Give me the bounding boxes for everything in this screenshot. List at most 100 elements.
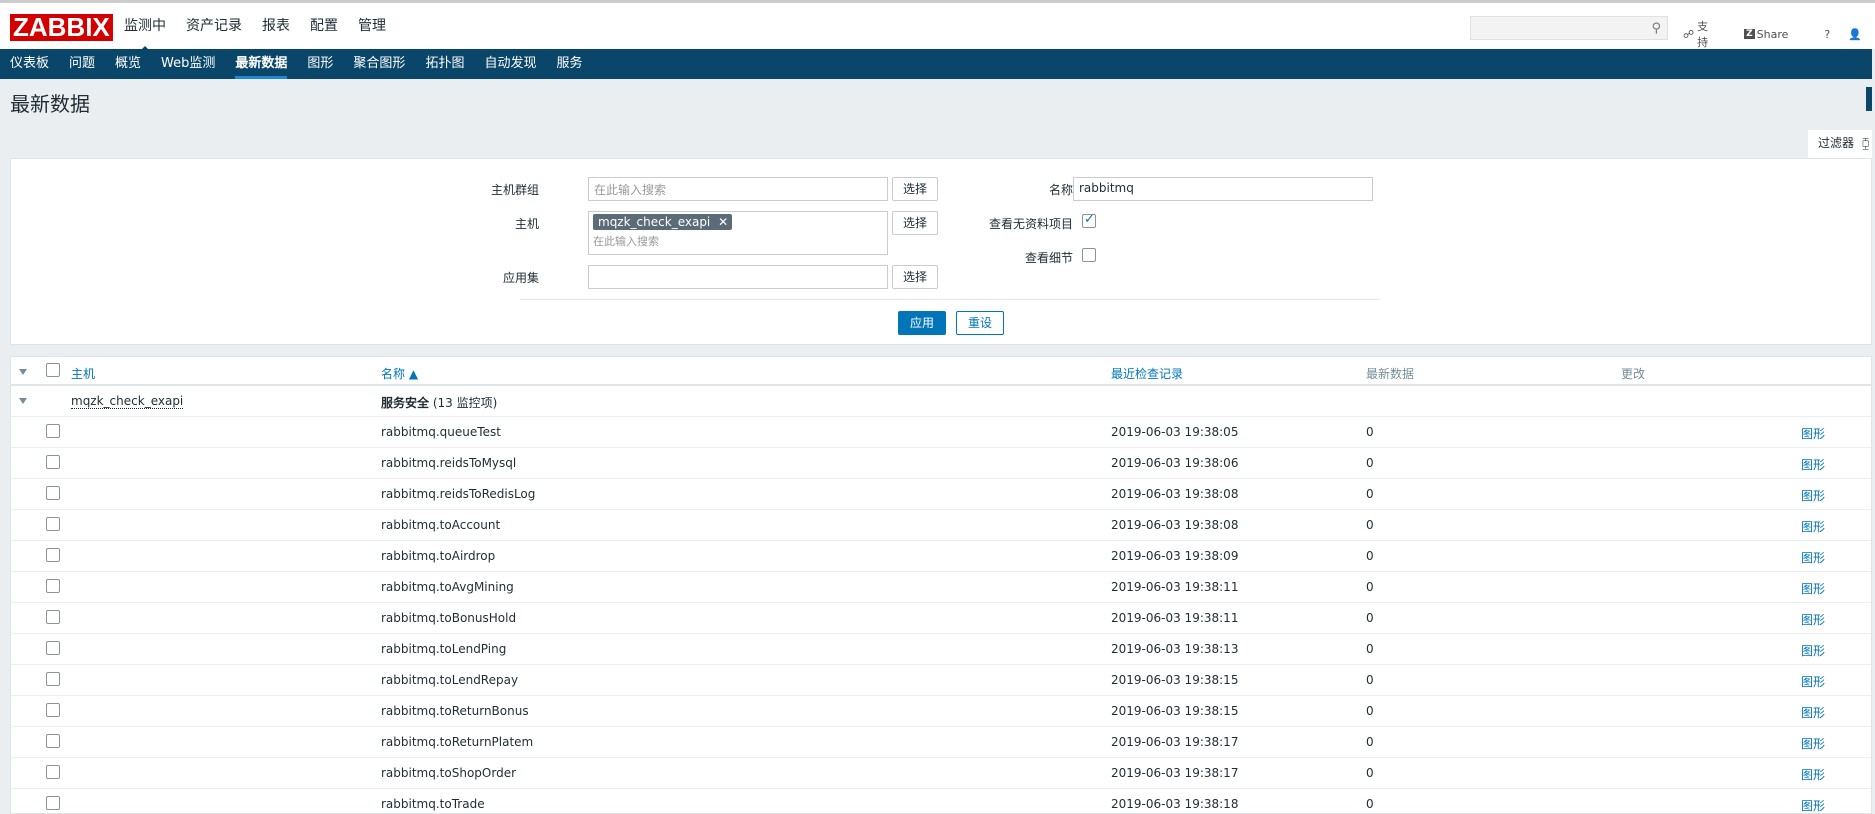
item-last-value: 0: [1366, 704, 1374, 718]
item-last-value: 0: [1366, 735, 1374, 749]
table-row: rabbitmq.toTrade 2019-06-03 19:38:18 0 图形: [11, 789, 1871, 813]
header-name[interactable]: 名称 ▲: [381, 365, 418, 382]
select-all-checkbox[interactable]: [46, 363, 60, 377]
main-menu-monitoring[interactable]: 监测中: [124, 3, 166, 52]
sub-menu-screens[interactable]: 聚合图形: [343, 49, 415, 79]
application-select-button[interactable]: 选择: [892, 265, 939, 289]
row-checkbox[interactable]: [46, 455, 60, 469]
item-graph-link[interactable]: 图形: [1801, 425, 1825, 442]
filter-tab[interactable]: 过滤器 ⧮: [1808, 130, 1872, 158]
item-name: rabbitmq.reidsToRedisLog: [381, 487, 536, 501]
kiosk-toggle[interactable]: [1866, 87, 1872, 111]
sub-menu-services[interactable]: 服务: [546, 49, 592, 79]
headset-icon: ☍: [1683, 27, 1695, 41]
item-graph-link[interactable]: 图形: [1801, 580, 1825, 597]
collapse-group-icon[interactable]: [19, 398, 27, 404]
top-links: ☍ 支持 Z Share ? 👤: [1683, 18, 1875, 50]
application-input[interactable]: [588, 265, 888, 289]
item-graph-link[interactable]: 图形: [1801, 487, 1825, 504]
item-graph-link[interactable]: 图形: [1801, 642, 1825, 659]
item-name: rabbitmq.toLendPing: [381, 642, 507, 656]
row-checkbox[interactable]: [46, 579, 60, 593]
share-link[interactable]: Z Share: [1744, 28, 1806, 41]
show-details-checkbox[interactable]: [1082, 248, 1096, 262]
item-graph-link[interactable]: 图形: [1801, 704, 1825, 721]
reset-button[interactable]: 重设: [956, 311, 1004, 335]
row-checkbox[interactable]: [46, 486, 60, 500]
item-last-check: 2019-06-03 19:38:08: [1111, 518, 1239, 532]
main-menu-administration[interactable]: 管理: [358, 3, 386, 49]
item-last-value: 0: [1366, 425, 1374, 439]
item-last-check: 2019-06-03 19:38:06: [1111, 456, 1239, 470]
item-graph-link[interactable]: 图形: [1801, 611, 1825, 628]
header-last-check[interactable]: 最近检查记录: [1111, 365, 1183, 382]
host-groups-input[interactable]: 在此输入搜索: [588, 177, 888, 201]
item-graph-link[interactable]: 图形: [1801, 456, 1825, 473]
share-logo-icon: Z: [1744, 29, 1755, 39]
main-menu-reports[interactable]: 报表: [262, 3, 290, 49]
main-menu-inventory[interactable]: 资产记录: [186, 3, 242, 49]
item-last-check: 2019-06-03 19:38:11: [1111, 580, 1239, 594]
row-checkbox[interactable]: [46, 703, 60, 717]
hosts-select-button[interactable]: 选择: [892, 211, 939, 235]
table-row: rabbitmq.reidsToRedisLog 2019-06-03 19:38…: [11, 479, 1871, 510]
header-host[interactable]: 主机: [71, 365, 95, 382]
search-icon[interactable]: ⚲: [1651, 21, 1661, 36]
row-checkbox[interactable]: [46, 424, 60, 438]
item-graph-link[interactable]: 图形: [1801, 518, 1825, 535]
row-checkbox[interactable]: [46, 796, 60, 810]
application-label: 应用集: [502, 271, 539, 285]
item-name: rabbitmq.queueTest: [381, 425, 501, 439]
row-checkbox[interactable]: [46, 641, 60, 655]
group-application: 服务安全: [381, 396, 430, 410]
item-name: rabbitmq.toAirdrop: [381, 549, 496, 563]
help-button[interactable]: ?: [1824, 28, 1830, 41]
hosts-input[interactable]: mqzk_check_exapi ✕ 在此输入搜索: [588, 211, 888, 255]
table-header: 主机 名称 ▲ 最近检查记录 最新数据 更改: [11, 357, 1871, 386]
row-checkbox[interactable]: [46, 517, 60, 531]
collapse-all-icon[interactable]: [19, 369, 27, 375]
item-last-check: 2019-06-03 19:38:05: [1111, 425, 1239, 439]
row-checkbox[interactable]: [46, 672, 60, 686]
item-last-check: 2019-06-03 19:38:15: [1111, 704, 1239, 718]
row-checkbox[interactable]: [46, 610, 60, 624]
item-graph-link[interactable]: 图形: [1801, 735, 1825, 752]
name-input[interactable]: rabbitmq: [1073, 177, 1373, 201]
sub-menu-web[interactable]: Web监测: [151, 49, 225, 79]
item-graph-link[interactable]: 图形: [1801, 797, 1825, 813]
row-checkbox[interactable]: [46, 734, 60, 748]
sub-menu-problems[interactable]: 问题: [59, 49, 105, 79]
item-last-check: 2019-06-03 19:38:11: [1111, 611, 1239, 625]
zabbix-logo[interactable]: ZABBIX: [10, 14, 113, 41]
sub-menu-maps[interactable]: 拓扑图: [415, 49, 474, 79]
group-host-link[interactable]: mqzk_check_exapi: [71, 394, 184, 409]
item-graph-link[interactable]: 图形: [1801, 549, 1825, 566]
sub-menu-overview[interactable]: 概览: [105, 49, 151, 79]
item-last-value: 0: [1366, 766, 1374, 780]
table-row: rabbitmq.toAirdrop 2019-06-03 19:38:09 0 图形: [11, 541, 1871, 572]
item-graph-link[interactable]: 图形: [1801, 673, 1825, 690]
item-last-value: 0: [1366, 549, 1374, 563]
item-last-value: 0: [1366, 611, 1374, 625]
remove-chip-icon[interactable]: ✕: [718, 215, 728, 229]
sub-menu-graphs[interactable]: 图形: [297, 49, 343, 79]
row-checkbox[interactable]: [46, 765, 60, 779]
support-link[interactable]: ☍ 支持: [1683, 18, 1726, 50]
sub-menu-dashboard[interactable]: 仪表板: [0, 49, 59, 79]
show-no-data-checkbox[interactable]: [1082, 212, 1096, 228]
sub-menu-discovery[interactable]: 自动发现: [474, 49, 546, 79]
sub-menu-latest-data[interactable]: 最新数据: [225, 49, 297, 79]
filter-tab-label: 过滤器: [1818, 136, 1855, 150]
item-last-check: 2019-06-03 19:38:09: [1111, 549, 1239, 563]
row-checkbox[interactable]: [46, 548, 60, 562]
item-name: rabbitmq.toBonusHold: [381, 611, 517, 625]
item-last-value: 0: [1366, 518, 1374, 532]
item-name: rabbitmq.toReturnPlatem: [381, 735, 534, 749]
user-profile-icon[interactable]: 👤: [1848, 28, 1862, 41]
host-groups-select-button[interactable]: 选择: [892, 177, 939, 201]
item-last-check: 2019-06-03 19:38:17: [1111, 766, 1239, 780]
main-menu-configuration[interactable]: 配置: [310, 3, 338, 49]
item-graph-link[interactable]: 图形: [1801, 766, 1825, 783]
apply-button[interactable]: 应用: [898, 311, 946, 335]
global-search-input[interactable]: ⚲: [1470, 16, 1668, 40]
